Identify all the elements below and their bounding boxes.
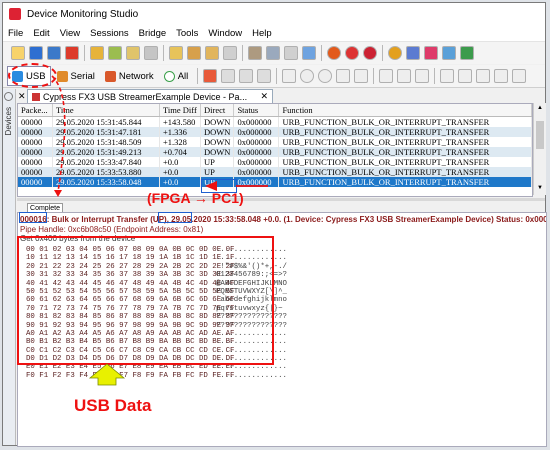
direction-annotation: (FPGA → PC1) <box>147 190 244 206</box>
annotation-arrows <box>51 75 268 386</box>
up-arrow-icon <box>88 363 126 386</box>
usb-data-annotation: USB Data <box>74 396 152 415</box>
dashed-arrow-head <box>54 190 62 197</box>
dashed-arrow <box>51 75 66 193</box>
